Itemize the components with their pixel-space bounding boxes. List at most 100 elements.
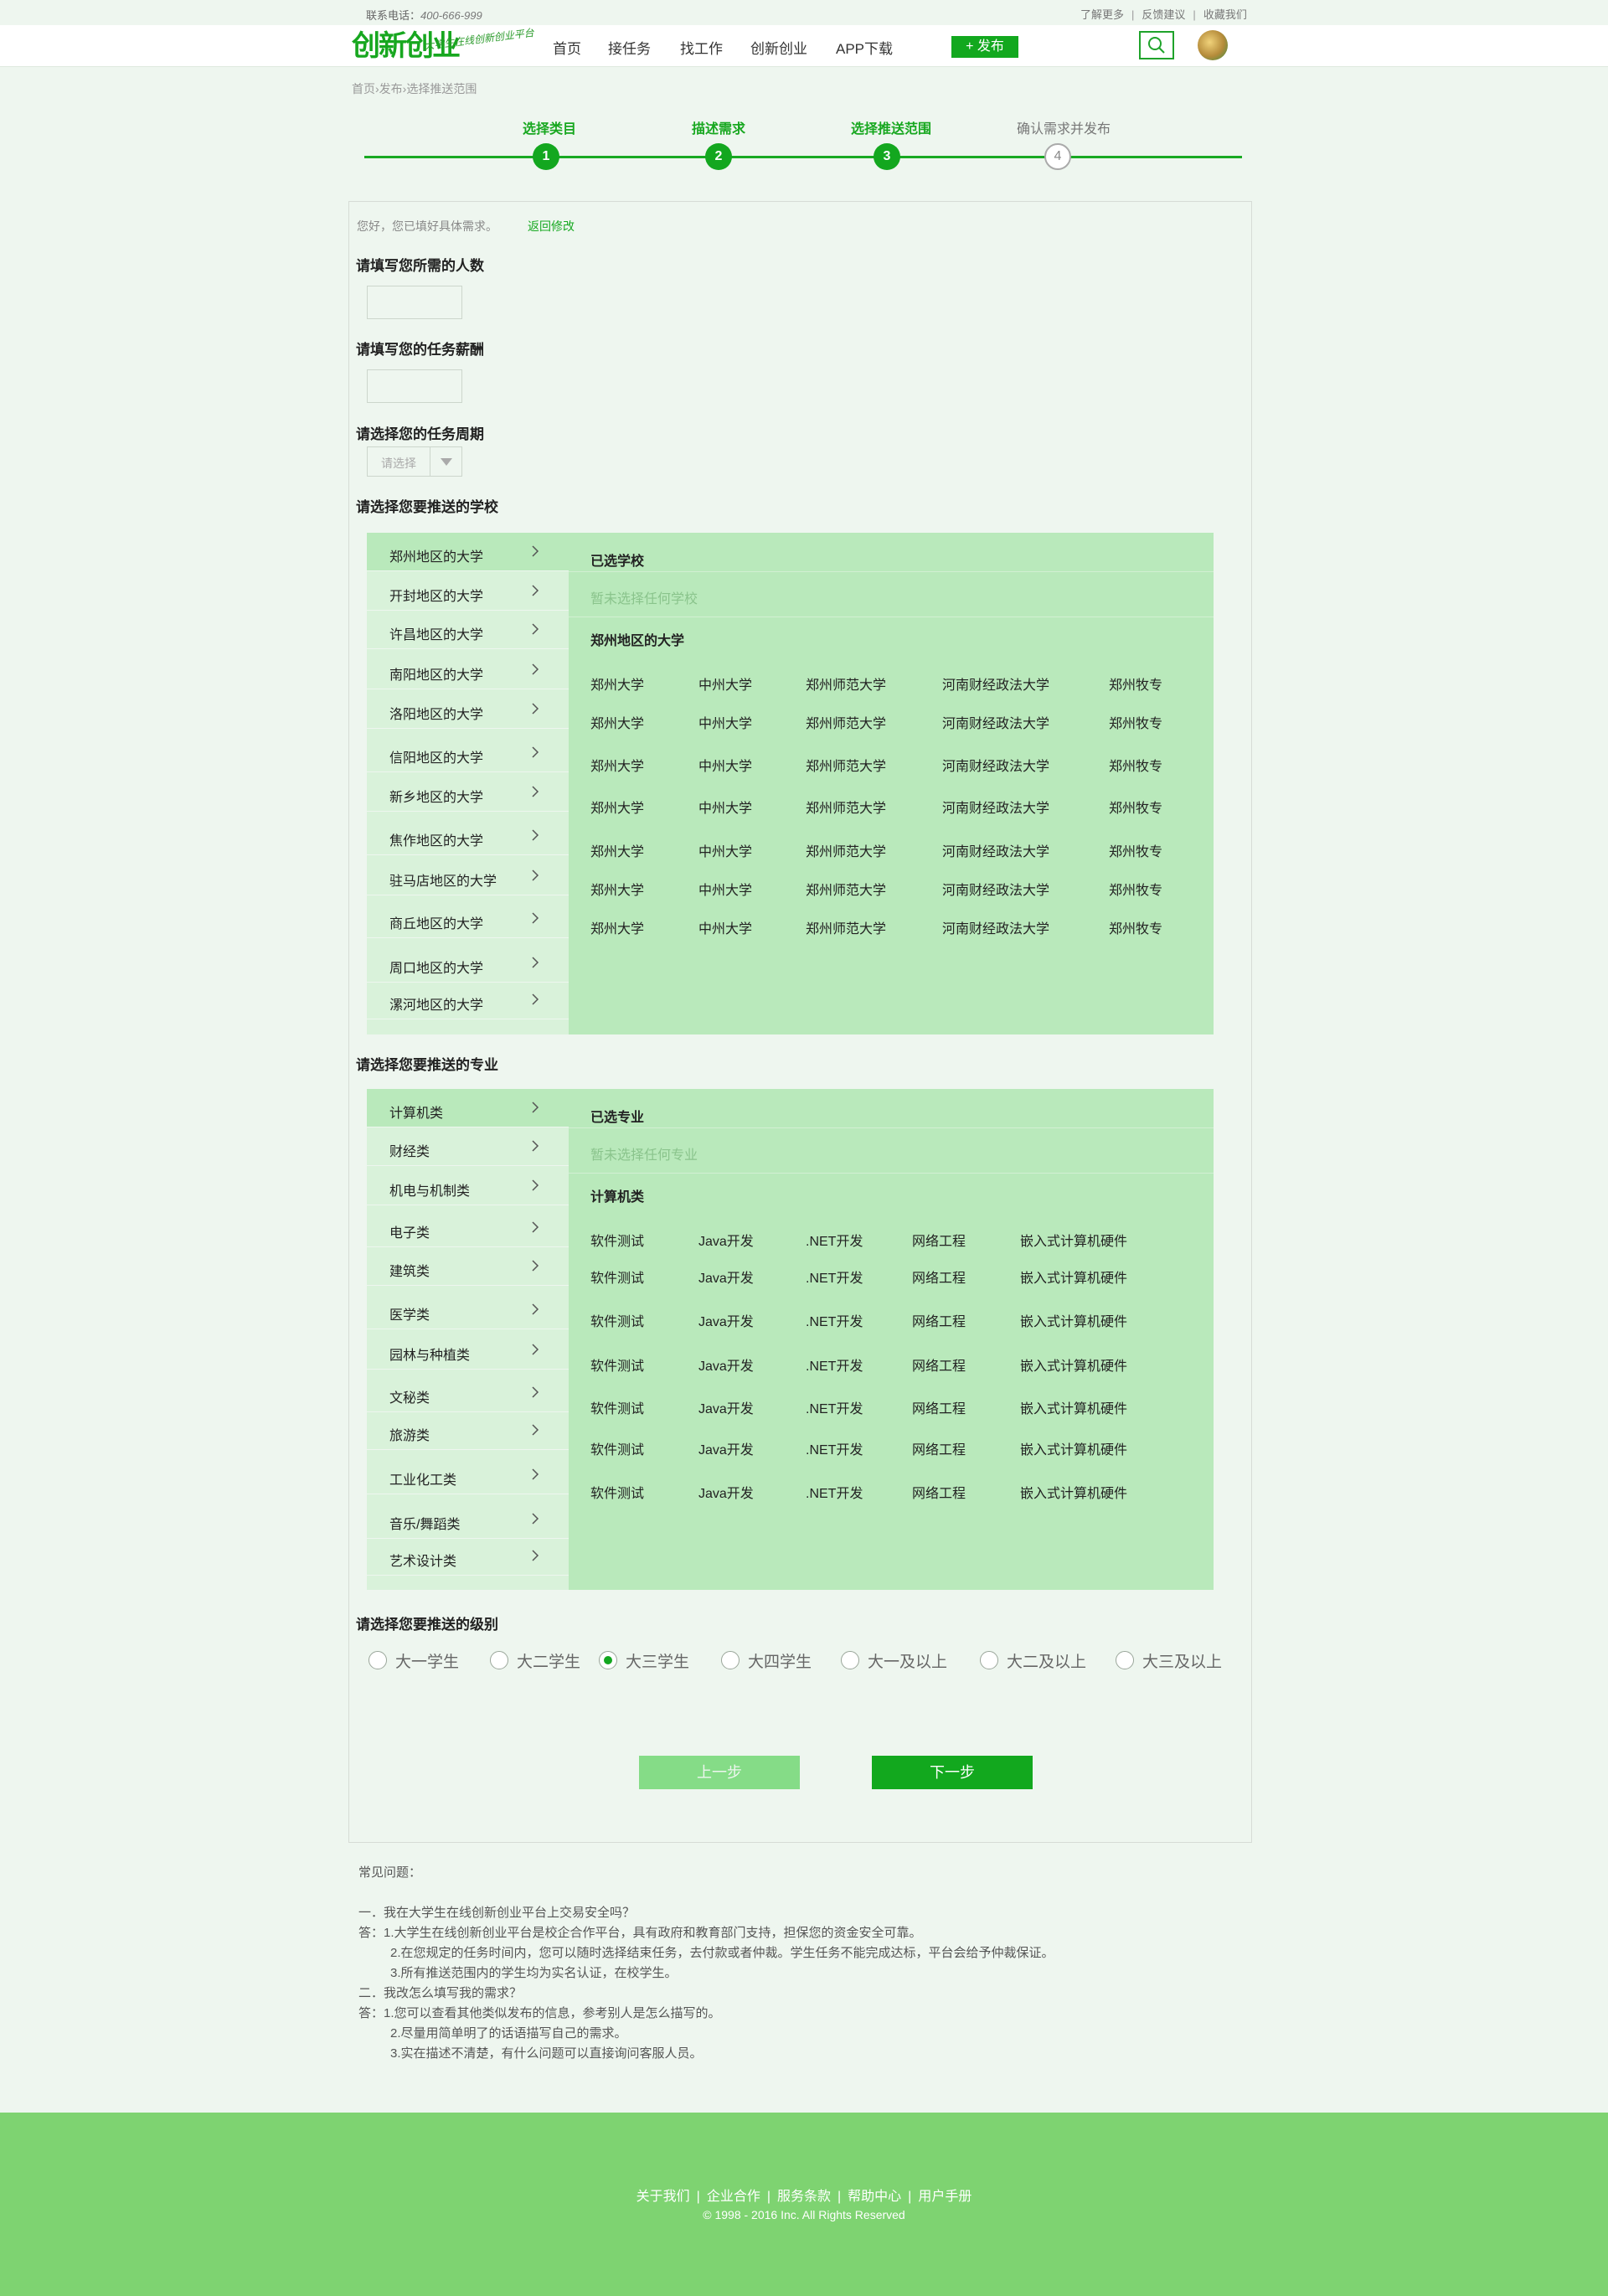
category-item[interactable]: 音乐/舞蹈类: [367, 1500, 569, 1539]
region-item[interactable]: 南阳地区的大学: [367, 651, 569, 689]
category-item[interactable]: 机电与机制类: [367, 1167, 569, 1205]
school-option[interactable]: 河南财经政法大学: [942, 879, 1049, 899]
major-option[interactable]: .NET开发: [806, 1310, 863, 1330]
major-option[interactable]: 软件测试: [590, 1310, 644, 1330]
school-option[interactable]: 河南财经政法大学: [942, 673, 1049, 694]
school-option[interactable]: 中州大学: [698, 712, 752, 732]
major-option[interactable]: 网络工程: [912, 1230, 966, 1250]
school-option[interactable]: 河南财经政法大学: [942, 840, 1049, 860]
region-item[interactable]: 漯河地区的大学: [367, 981, 569, 1019]
learn-more-link[interactable]: 了解更多: [1080, 8, 1124, 21]
major-option[interactable]: Java开发: [698, 1230, 754, 1250]
school-option[interactable]: 郑州牧专: [1109, 797, 1162, 817]
period-select[interactable]: 请选择: [367, 446, 462, 477]
major-option[interactable]: .NET开发: [806, 1230, 863, 1250]
school-option[interactable]: 郑州师范大学: [806, 673, 886, 694]
school-option[interactable]: 郑州牧专: [1109, 917, 1162, 937]
school-option[interactable]: 郑州大学: [590, 712, 644, 732]
region-item[interactable]: 商丘地区的大学: [367, 900, 569, 938]
major-option[interactable]: 网络工程: [912, 1267, 966, 1287]
school-option[interactable]: 中州大学: [698, 840, 752, 860]
school-option[interactable]: 郑州师范大学: [806, 917, 886, 937]
level-radio[interactable]: 大三及以上: [1116, 1650, 1222, 1671]
school-option[interactable]: 郑州大学: [590, 755, 644, 775]
major-option[interactable]: 软件测试: [590, 1438, 644, 1458]
nav-innovation[interactable]: 创新创业: [750, 37, 807, 58]
footer-terms-link[interactable]: 服务条款: [777, 2190, 831, 2204]
level-radio[interactable]: 大三学生: [599, 1650, 689, 1671]
major-option[interactable]: .NET开发: [806, 1397, 863, 1417]
salary-input[interactable]: [367, 369, 462, 403]
school-option[interactable]: 郑州师范大学: [806, 755, 886, 775]
major-option[interactable]: Java开发: [698, 1354, 754, 1375]
nav-jobs[interactable]: 找工作: [680, 37, 723, 58]
level-radio[interactable]: 大二学生: [490, 1650, 580, 1671]
school-option[interactable]: 河南财经政法大学: [942, 917, 1049, 937]
school-option[interactable]: 郑州师范大学: [806, 879, 886, 899]
major-option[interactable]: 嵌入式计算机硬件: [1020, 1482, 1127, 1502]
region-item[interactable]: 洛阳地区的大学: [367, 690, 569, 729]
footer-manual-link[interactable]: 用户手册: [918, 2190, 972, 2204]
major-option[interactable]: 网络工程: [912, 1438, 966, 1458]
major-option[interactable]: 网络工程: [912, 1354, 966, 1375]
category-item[interactable]: 财经类: [367, 1127, 569, 1166]
school-option[interactable]: 郑州师范大学: [806, 797, 886, 817]
major-option[interactable]: 软件测试: [590, 1230, 644, 1250]
category-item[interactable]: 建筑类: [367, 1247, 569, 1286]
school-option[interactable]: 郑州大学: [590, 673, 644, 694]
school-option[interactable]: 郑州大学: [590, 797, 644, 817]
school-option[interactable]: 中州大学: [698, 917, 752, 937]
level-radio[interactable]: 大二及以上: [980, 1650, 1086, 1671]
major-option[interactable]: .NET开发: [806, 1354, 863, 1375]
school-option[interactable]: 中州大学: [698, 879, 752, 899]
feedback-link[interactable]: 反馈建议: [1142, 8, 1185, 21]
major-option[interactable]: 嵌入式计算机硬件: [1020, 1310, 1127, 1330]
region-item[interactable]: 周口地区的大学: [367, 944, 569, 983]
category-item[interactable]: 医学类: [367, 1291, 569, 1329]
major-option[interactable]: Java开发: [698, 1482, 754, 1502]
next-step-button[interactable]: 下一步: [872, 1756, 1033, 1789]
school-option[interactable]: 郑州师范大学: [806, 712, 886, 732]
region-item[interactable]: 驻马店地区的大学: [367, 857, 569, 895]
major-option[interactable]: 软件测试: [590, 1397, 644, 1417]
category-item[interactable]: 艺术设计类: [367, 1537, 569, 1576]
school-option[interactable]: 郑州大学: [590, 879, 644, 899]
category-item[interactable]: 工业化工类: [367, 1456, 569, 1494]
school-option[interactable]: 郑州牧专: [1109, 673, 1162, 694]
region-item[interactable]: 许昌地区的大学: [367, 611, 569, 649]
category-item[interactable]: 旅游类: [367, 1411, 569, 1450]
footer-help-link[interactable]: 帮助中心: [848, 2190, 901, 2204]
level-radio[interactable]: 大一及以上: [841, 1650, 947, 1671]
major-option[interactable]: 软件测试: [590, 1354, 644, 1375]
region-item[interactable]: 开封地区的大学: [367, 572, 569, 611]
major-option[interactable]: 软件测试: [590, 1267, 644, 1287]
level-radio[interactable]: 大四学生: [721, 1650, 812, 1671]
bookmark-link[interactable]: 收藏我们: [1203, 8, 1247, 21]
major-option[interactable]: 嵌入式计算机硬件: [1020, 1267, 1127, 1287]
publish-button[interactable]: + 发布: [951, 36, 1018, 58]
school-option[interactable]: 河南财经政法大学: [942, 712, 1049, 732]
major-option[interactable]: 网络工程: [912, 1397, 966, 1417]
major-option[interactable]: Java开发: [698, 1310, 754, 1330]
school-option[interactable]: 郑州师范大学: [806, 840, 886, 860]
category-item[interactable]: 电子类: [367, 1209, 569, 1247]
category-item[interactable]: 园林与种植类: [367, 1331, 569, 1370]
nav-home[interactable]: 首页: [553, 37, 581, 58]
major-option[interactable]: .NET开发: [806, 1482, 863, 1502]
back-edit-link[interactable]: 返回修改: [528, 218, 575, 235]
major-option[interactable]: .NET开发: [806, 1267, 863, 1287]
school-option[interactable]: 郑州牧专: [1109, 755, 1162, 775]
school-option[interactable]: 河南财经政法大学: [942, 797, 1049, 817]
school-option[interactable]: 中州大学: [698, 797, 752, 817]
nav-app-download[interactable]: APP下载: [836, 37, 893, 58]
major-option[interactable]: 网络工程: [912, 1482, 966, 1502]
school-option[interactable]: 郑州牧专: [1109, 712, 1162, 732]
major-option[interactable]: 嵌入式计算机硬件: [1020, 1438, 1127, 1458]
people-input[interactable]: [367, 286, 462, 319]
school-option[interactable]: 郑州大学: [590, 917, 644, 937]
school-option[interactable]: 郑州大学: [590, 840, 644, 860]
major-option[interactable]: Java开发: [698, 1267, 754, 1287]
major-option[interactable]: 嵌入式计算机硬件: [1020, 1354, 1127, 1375]
major-option[interactable]: 嵌入式计算机硬件: [1020, 1230, 1127, 1250]
user-avatar[interactable]: [1198, 30, 1228, 60]
